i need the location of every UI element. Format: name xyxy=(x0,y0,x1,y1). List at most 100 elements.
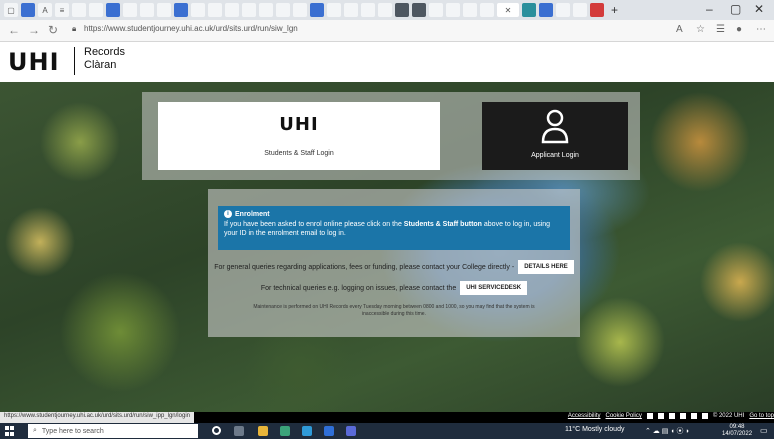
browser-tab-strip: ▢ A ≡ ✕ + – ▢ ✕ xyxy=(0,0,774,20)
students-staff-login-button[interactable]: UHI Students & Staff Login xyxy=(158,102,440,170)
tab-favicon[interactable] xyxy=(480,3,494,17)
favorites-list-icon[interactable]: ☰ xyxy=(716,24,725,35)
uhi-servicedesk-button[interactable]: UHI SERVICEDESK xyxy=(460,281,528,295)
tab-favicon[interactable] xyxy=(242,3,256,17)
system-tray-icons[interactable]: ⌃ ☁ ▤ ◖ ⦿ ◗ xyxy=(645,426,690,436)
tab-favicon[interactable]: ≡ xyxy=(55,3,69,17)
tab-favicon[interactable] xyxy=(157,3,171,17)
app-icon[interactable] xyxy=(346,426,356,436)
taskbar-search-box[interactable]: ⌕ Type here to search xyxy=(28,424,198,438)
tab-favicon[interactable] xyxy=(412,3,426,17)
back-icon[interactable]: ← xyxy=(8,23,20,37)
tab-favicon[interactable] xyxy=(21,3,35,17)
tab-favicon[interactable] xyxy=(463,3,477,17)
notifications-icon[interactable]: ▭ xyxy=(760,426,768,435)
windows-start-icon[interactable] xyxy=(5,426,15,436)
site-name-english: Records xyxy=(84,46,125,58)
taskbar-time: 09:48 xyxy=(729,424,745,430)
tab-favicon[interactable] xyxy=(293,3,307,17)
weather-widget[interactable]: 11°C Mostly cloudy xyxy=(565,426,624,433)
search-icon: ⌕ xyxy=(33,427,37,434)
tab-favicon[interactable] xyxy=(573,3,587,17)
cortana-icon[interactable] xyxy=(212,426,221,435)
more-icon[interactable]: ⋯ xyxy=(756,24,766,35)
site-name: Records Clàran xyxy=(84,46,125,72)
tab-favicon[interactable] xyxy=(174,3,188,17)
outlook-icon[interactable] xyxy=(324,426,334,436)
tab-actions-icon[interactable]: ▢ xyxy=(4,3,18,17)
tab-favicon[interactable] xyxy=(310,3,324,17)
tab-favicon[interactable] xyxy=(106,3,120,17)
social-icon[interactable] xyxy=(646,413,653,419)
info-panel: i Enrolment If you have been asked to en… xyxy=(208,189,580,337)
browser-address-bar: ← → ↻ 🔒︎ https://www.studentjourney.uhi.… xyxy=(0,20,774,42)
read-aloud-icon[interactable]: A xyxy=(676,24,683,35)
tab-favicon[interactable] xyxy=(89,3,103,17)
lock-icon[interactable]: 🔒︎ xyxy=(72,24,76,34)
copyright-text: © 2022 UHI xyxy=(712,413,745,419)
enrolment-title: i Enrolment xyxy=(224,210,564,218)
tab-favicon[interactable] xyxy=(344,3,358,17)
accessibility-link[interactable]: Accessibility xyxy=(568,413,601,419)
general-queries-text: For general queries regarding applicatio… xyxy=(214,263,515,271)
tab-favicon[interactable] xyxy=(72,3,86,17)
general-queries-row: For general queries regarding applicatio… xyxy=(208,260,580,274)
tab-favicon[interactable] xyxy=(208,3,222,17)
social-icon[interactable] xyxy=(701,413,708,419)
logo-divider xyxy=(74,47,75,75)
tab-favicon[interactable] xyxy=(556,3,570,17)
windows-taskbar: ⌕ Type here to search 11°C Mostly cloudy… xyxy=(0,423,774,439)
tab-favicon[interactable] xyxy=(191,3,205,17)
uhi-logo[interactable]: UHI xyxy=(8,48,60,76)
file-explorer-icon[interactable] xyxy=(258,426,268,436)
forward-icon[interactable]: → xyxy=(28,23,40,37)
tab-favicon[interactable] xyxy=(140,3,154,17)
minimize-icon[interactable]: – xyxy=(706,2,713,16)
go-to-top-link[interactable]: Go to top xyxy=(749,413,774,419)
favorite-icon[interactable]: ☆ xyxy=(696,24,705,35)
tab-favicon[interactable] xyxy=(123,3,137,17)
tab-favicon[interactable] xyxy=(259,3,273,17)
tab-favicon[interactable]: A xyxy=(38,3,52,17)
details-here-button[interactable]: DETAILS HERE xyxy=(518,260,574,274)
site-header: UHI Records Clàran xyxy=(0,42,774,82)
social-icon[interactable] xyxy=(679,413,686,419)
social-icon[interactable] xyxy=(657,413,664,419)
login-panel: UHI Students & Staff Login Applicant Log… xyxy=(142,92,640,180)
technical-queries-row: For technical queries e.g. logging on is… xyxy=(208,281,580,295)
applicant-login-button[interactable]: Applicant Login xyxy=(482,102,628,170)
site-footer: https://www.studentjourney.uhi.ac.uk/urd… xyxy=(0,412,774,423)
tab-favicon[interactable] xyxy=(327,3,341,17)
tab-favicon[interactable] xyxy=(429,3,443,17)
teams-icon[interactable] xyxy=(280,426,290,436)
forest-background: UHI Students & Staff Login Applicant Log… xyxy=(0,82,774,412)
user-icon xyxy=(541,109,569,144)
tab-favicon[interactable] xyxy=(539,3,553,17)
tab-favicon[interactable] xyxy=(395,3,409,17)
maximize-icon[interactable]: ▢ xyxy=(730,2,741,16)
task-view-icon[interactable] xyxy=(234,426,244,436)
social-icon[interactable] xyxy=(668,413,675,419)
enrolment-text-pre: If you have been asked to enrol online p… xyxy=(224,221,404,228)
cookie-policy-link[interactable]: Cookie Policy xyxy=(606,413,642,419)
staff-login-logo: UHI xyxy=(279,114,319,135)
status-url-tooltip: https://www.studentjourney.uhi.ac.uk/urd… xyxy=(0,412,194,423)
enrolment-text: If you have been asked to enrol online p… xyxy=(224,220,564,238)
tab-active-uhi[interactable]: ✕ xyxy=(497,3,519,17)
tab-favicon[interactable] xyxy=(446,3,460,17)
edge-icon[interactable] xyxy=(302,426,312,436)
tab-favicon[interactable] xyxy=(276,3,290,17)
tab-favicon[interactable] xyxy=(378,3,392,17)
social-icon[interactable] xyxy=(690,413,697,419)
tab-favicon[interactable] xyxy=(522,3,536,17)
taskbar-clock[interactable]: 09:48 14/07/2022 xyxy=(722,424,752,438)
url-field[interactable]: https://www.studentjourney.uhi.ac.uk/urd… xyxy=(84,24,298,33)
profile-icon[interactable]: ● xyxy=(736,24,742,35)
new-tab-button[interactable]: + xyxy=(611,3,618,17)
tab-favicon[interactable] xyxy=(590,3,604,17)
tab-favicon[interactable] xyxy=(225,3,239,17)
enrolment-notice: i Enrolment If you have been asked to en… xyxy=(218,206,570,250)
close-icon[interactable]: ✕ xyxy=(754,2,764,16)
refresh-icon[interactable]: ↻ xyxy=(48,23,58,37)
tab-favicon[interactable] xyxy=(361,3,375,17)
